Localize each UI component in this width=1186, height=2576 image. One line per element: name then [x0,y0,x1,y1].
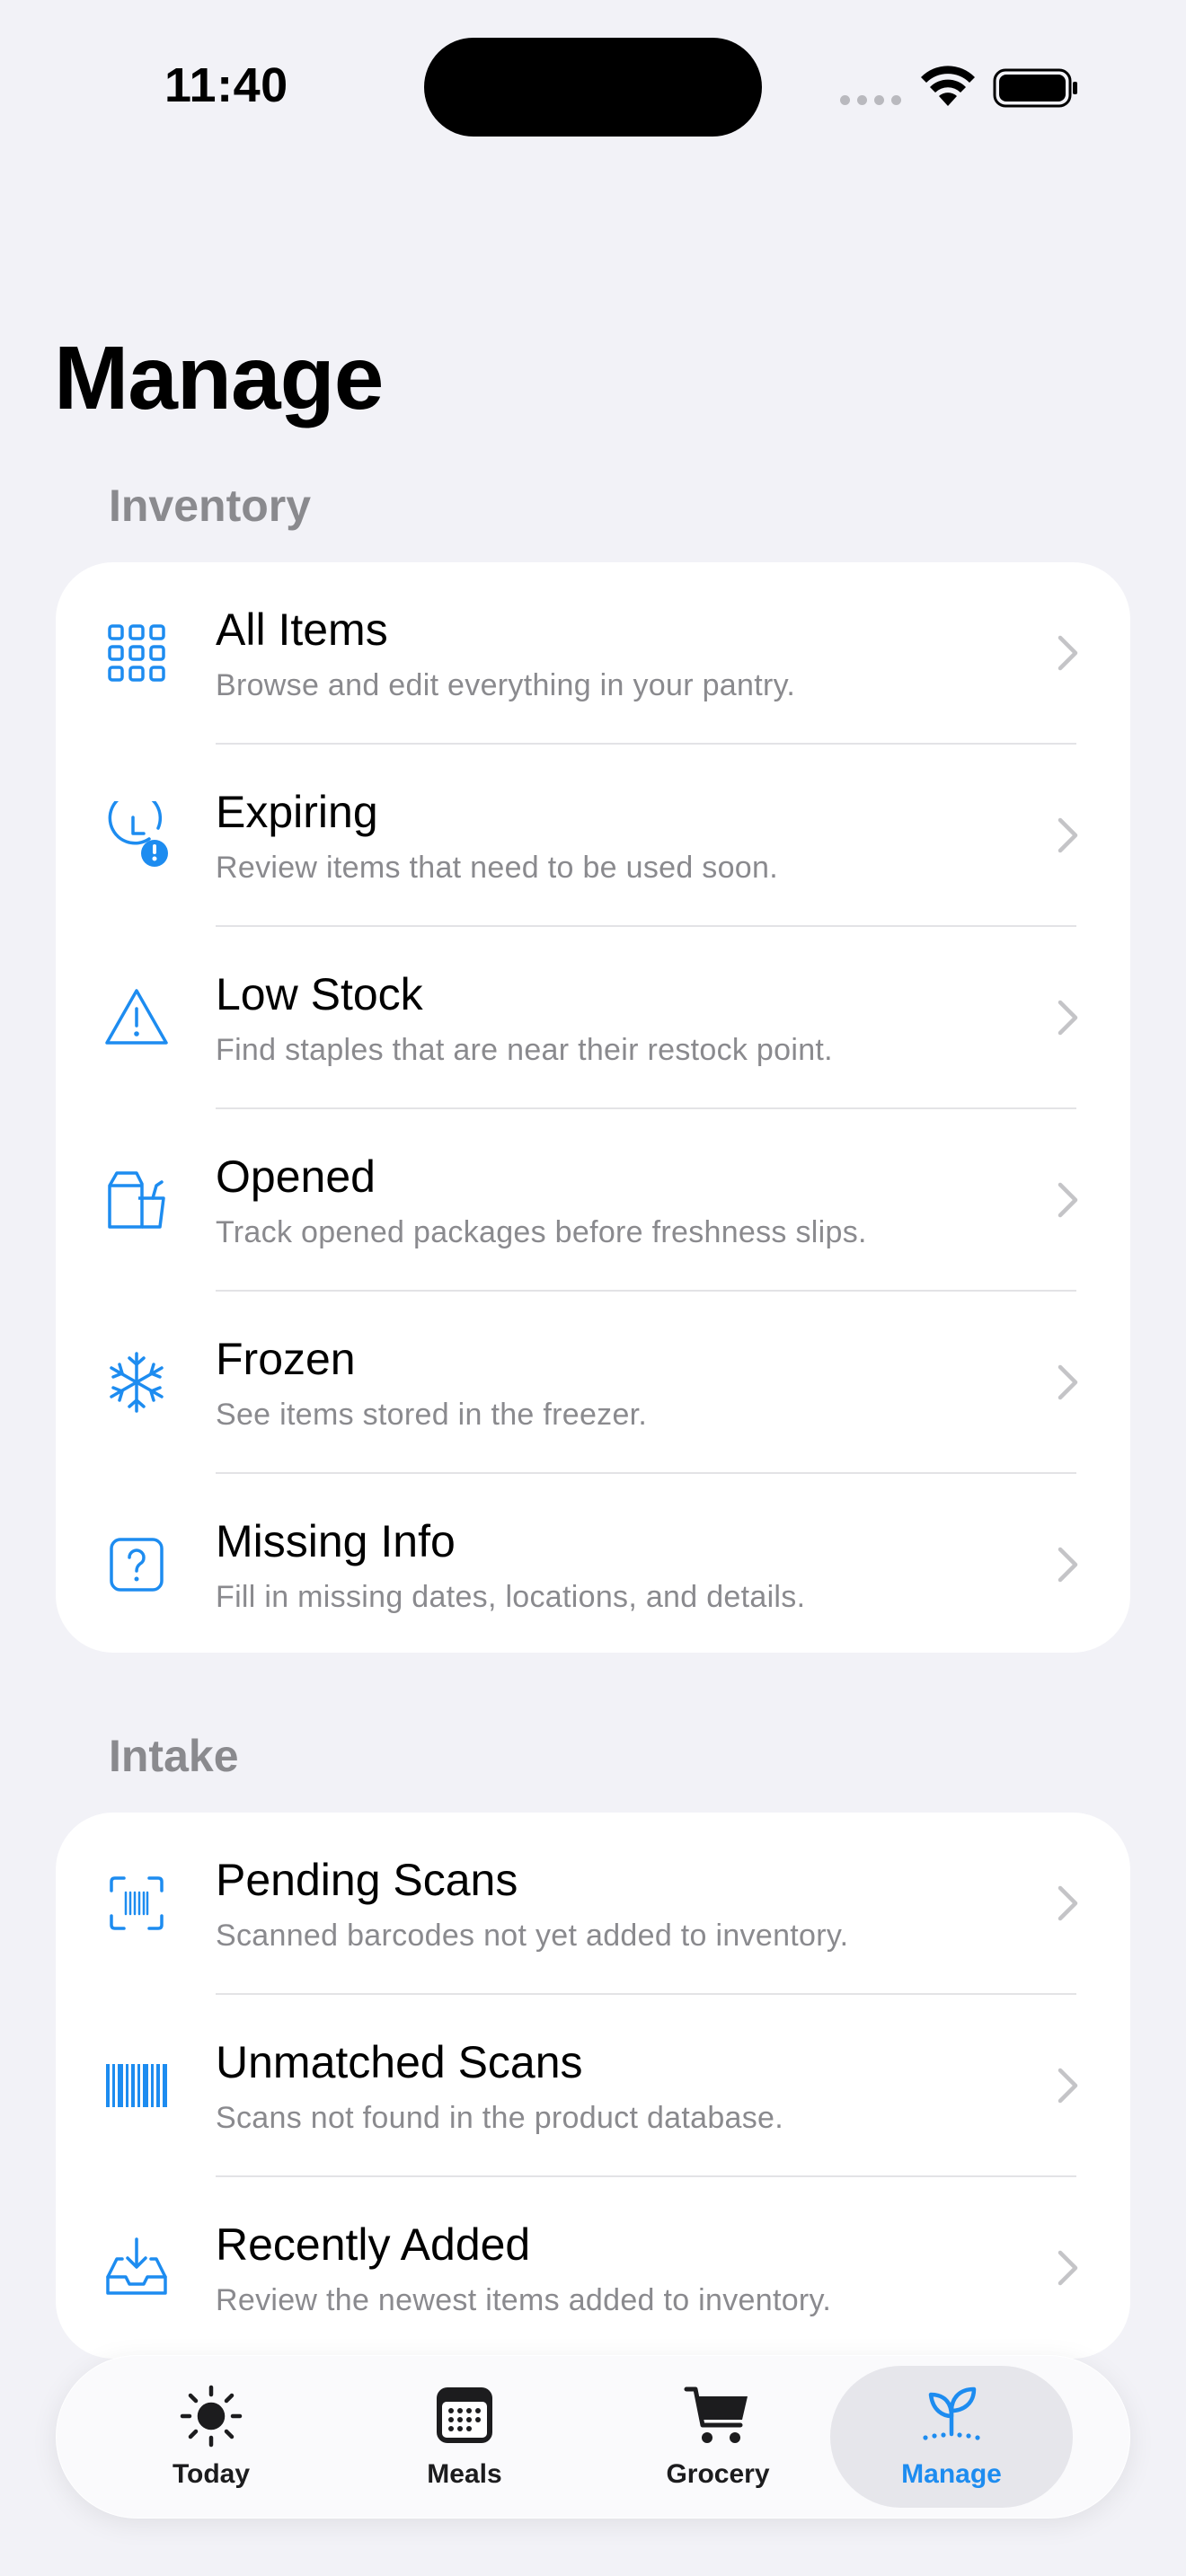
clock-alert-icon [102,801,171,869]
barcode-icon [102,2051,171,2120]
inventory-card: All Items Browse and edit everything in … [56,562,1130,1653]
chevron-right-icon [1058,2250,1078,2286]
row-unmatched-scans[interactable]: Unmatched Scans Scans not found in the p… [56,1995,1130,2177]
page-title: Manage [54,328,384,428]
row-pending-scans[interactable]: Pending Scans Scanned barcodes not yet a… [56,1813,1130,1995]
row-title: Low Stock [216,969,423,1019]
row-subtitle: Find staples that are near their restock… [216,1033,833,1067]
chevron-right-icon [1058,1885,1078,1921]
tab-label: Today [172,2459,251,2489]
row-subtitle: See items stored in the freezer. [216,1398,648,1432]
row-subtitle: Review items that need to be used soon. [216,851,778,885]
sprout-icon [916,2384,987,2448]
chevron-right-icon [1058,1364,1078,1400]
section-header-inventory: Inventory [109,481,312,531]
row-expiring[interactable]: Expiring Review items that need to be us… [56,745,1130,927]
row-subtitle: Scanned barcodes not yet added to invent… [216,1919,849,1953]
tab-label: Manage [901,2459,1002,2489]
manage-screen: 11:40 Manage Inventory All Items Browse … [0,0,1186,2576]
row-subtitle: Fill in missing dates, locations, and de… [216,1580,806,1614]
row-subtitle: Track opened packages before freshness s… [216,1215,867,1249]
chevron-right-icon [1058,635,1078,671]
grid-icon [102,619,171,687]
question-square-icon [102,1531,171,1599]
row-title: Expiring [216,787,378,837]
row-frozen[interactable]: Frozen See items stored in the freezer. [56,1292,1130,1474]
cart-icon [683,2384,753,2448]
tab-today[interactable]: Today [90,2366,332,2508]
chevron-right-icon [1058,1000,1078,1036]
row-recently-added[interactable]: Recently Added Review the newest items a… [56,2177,1130,2359]
section-header-intake: Intake [109,1731,239,1781]
row-title: All Items [216,604,388,655]
row-subtitle: Review the newest items added to invento… [216,2283,832,2317]
row-title: Opened [216,1151,376,1202]
snowflake-icon [102,1348,171,1416]
tab-grocery[interactable]: Grocery [597,2366,839,2508]
calendar-icon [429,2384,500,2448]
row-low-stock[interactable]: Low Stock Find staples that are near the… [56,927,1130,1109]
tab-meals[interactable]: Meals [343,2366,586,2508]
tab-bar: Today Meals Grocery Manage [56,2355,1130,2519]
cellular-signal-icon [840,95,901,106]
row-title: Recently Added [216,2219,531,2270]
intake-card: Pending Scans Scanned barcodes not yet a… [56,1813,1130,2359]
row-missing-info[interactable]: Missing Info Fill in missing dates, loca… [56,1474,1130,1653]
tab-label: Grocery [666,2459,770,2489]
tray-download-icon [102,2234,171,2302]
row-title: Unmatched Scans [216,2037,583,2087]
chevron-right-icon [1058,1182,1078,1218]
row-subtitle: Browse and edit everything in your pantr… [216,668,796,702]
row-all-items[interactable]: All Items Browse and edit everything in … [56,562,1130,745]
warning-triangle-icon [102,984,171,1052]
row-title: Frozen [216,1334,356,1384]
row-title: Missing Info [216,1516,456,1566]
opened-package-icon [102,1166,171,1234]
chevron-right-icon [1058,2068,1078,2104]
sun-icon [176,2384,246,2448]
barcode-viewfinder-icon [102,1869,171,1937]
tab-label: Meals [427,2459,502,2489]
row-title: Pending Scans [216,1855,518,1905]
row-subtitle: Scans not found in the product database. [216,2101,784,2135]
dynamic-island [424,38,762,137]
chevron-right-icon [1058,817,1078,853]
status-indicators [840,63,1079,111]
row-opened[interactable]: Opened Track opened packages before fres… [56,1109,1130,1292]
battery-icon [993,68,1077,108]
wifi-icon [921,66,975,106]
tab-manage[interactable]: Manage [830,2366,1073,2508]
chevron-right-icon [1058,1547,1078,1583]
status-time: 11:40 [164,58,288,112]
